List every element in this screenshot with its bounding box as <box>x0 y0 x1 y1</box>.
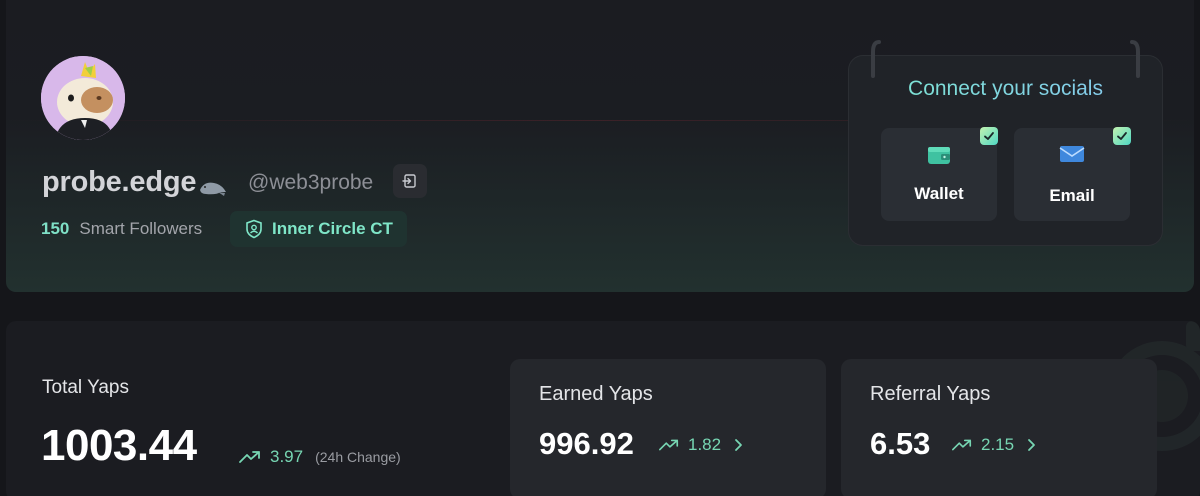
chevron-right-icon <box>1028 439 1035 451</box>
connected-check-icon <box>1113 127 1131 145</box>
total-yaps-change: 3.97 (24h Change) <box>238 447 401 467</box>
capybara-avatar-image <box>41 56 125 140</box>
total-yaps-value: 1003.44 <box>41 421 197 470</box>
trend-up-icon <box>952 439 972 451</box>
referral-yaps-change[interactable]: 2.15 <box>951 435 1036 455</box>
wallet-connect-tile[interactable]: Wallet <box>881 127 998 221</box>
badge-label: Inner Circle CT <box>272 219 393 238</box>
total-change-value: 3.97 <box>270 447 304 466</box>
email-connect-tile[interactable]: Email <box>1014 127 1131 221</box>
connected-check-icon <box>980 127 998 145</box>
earned-yaps-change[interactable]: 1.82 <box>658 435 743 455</box>
referral-yaps-label: Referral Yaps <box>870 383 991 405</box>
smart-followers-count: 150 <box>41 219 70 238</box>
trend-up-icon <box>659 439 679 451</box>
email-label: Email <box>1049 186 1095 205</box>
connect-socials-card: Connect your socials Wallet Email <box>849 40 1162 245</box>
avatar[interactable] <box>41 56 125 140</box>
total-yaps-label: Total Yaps <box>42 377 129 398</box>
binder-ring-icon <box>871 40 881 78</box>
display-name: probe.edge <box>42 166 197 198</box>
inner-circle-badge[interactable]: Inner Circle CT <box>230 211 407 247</box>
logout-button[interactable] <box>393 164 427 198</box>
shield-user-icon <box>246 219 262 239</box>
referral-yaps-card[interactable]: Referral Yaps 6.53 2.15 <box>841 359 1157 496</box>
seal-emoji-icon <box>198 172 228 196</box>
wallet-label: Wallet <box>914 184 964 203</box>
wallet-icon <box>928 147 950 164</box>
chevron-right-icon <box>735 439 742 451</box>
referral-yaps-value: 6.53 <box>870 426 931 461</box>
smart-followers-label: Smart Followers <box>79 219 203 238</box>
binder-ring-icon <box>1130 40 1140 78</box>
referral-change-value: 2.15 <box>981 435 1015 454</box>
yaps-stats-panel: Total Yaps 1003.44 3.97 (24h Change) Ear… <box>6 321 1200 496</box>
trend-up-icon <box>239 451 260 463</box>
logout-icon <box>402 174 416 188</box>
mail-icon <box>1059 146 1085 162</box>
earned-yaps-label: Earned Yaps <box>539 383 653 405</box>
earned-yaps-value: 996.92 <box>539 426 634 461</box>
connect-socials-title: Connect your socials <box>849 77 1162 101</box>
earned-change-value: 1.82 <box>688 435 722 454</box>
username: probe.edge <box>42 166 228 199</box>
profile-card: probe.edge @web3probe 150 Smart Follower… <box>6 0 1194 292</box>
smart-followers[interactable]: 150 Smart Followers <box>41 219 202 239</box>
twitter-handle: @web3probe <box>248 171 374 194</box>
change-period-note: (24h Change) <box>315 449 401 465</box>
earned-yaps-card[interactable]: Earned Yaps 996.92 1.82 <box>510 359 826 496</box>
